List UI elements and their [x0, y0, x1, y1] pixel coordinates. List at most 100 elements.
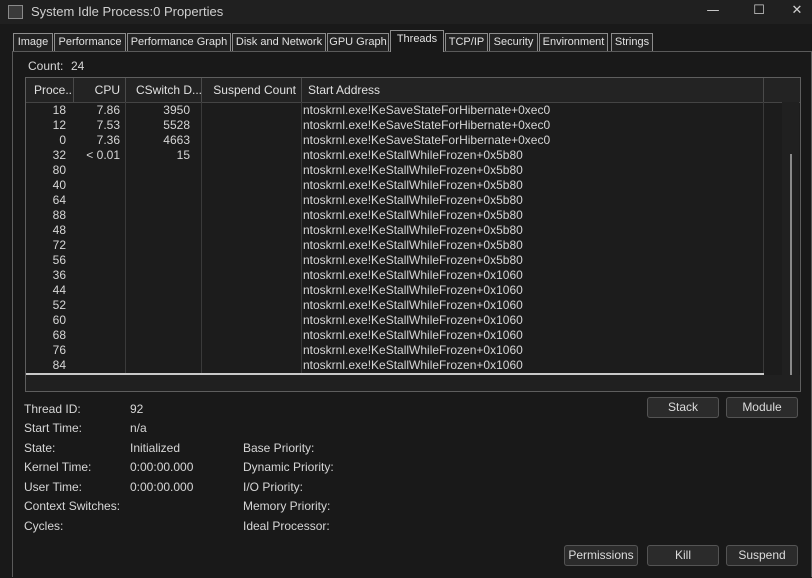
start-address-cell: ntoskrnl.exe!KeStallWhileFrozen+0x5b80 — [303, 208, 523, 222]
table-row[interactable]: 18 7.86 3950 ntoskrnl.exe!KeSaveStateForHib… — [26, 103, 764, 118]
start-address-cell: ntoskrnl.exe!KeSaveStateForHibernate+0xe… — [303, 103, 551, 117]
module-button[interactable]: Module — [726, 397, 798, 418]
tid-cell: 36 — [52, 268, 66, 282]
tab-performance-graph[interactable]: Performance Graph — [127, 33, 231, 51]
cswitch-cell — [126, 238, 190, 253]
suspend-count-cell — [202, 103, 296, 118]
kill-button[interactable]: Kill — [647, 545, 719, 566]
suspend-count-cell — [202, 253, 296, 268]
stack-button[interactable]: Stack — [647, 397, 719, 418]
tab-tcpip[interactable]: TCP/IP — [445, 33, 488, 51]
table-row[interactable]: 40 ntoskrnl.exe!KeStallWhileFrozen+0x5b80 — [26, 178, 764, 193]
table-row[interactable]: 52 ntoskrnl.exe!KeStallWhileFrozen+0x1060 — [26, 298, 764, 313]
tab-strings[interactable]: Strings — [611, 33, 653, 51]
cswitch-cell — [126, 268, 190, 283]
horizontal-scrollbar[interactable] — [26, 375, 800, 391]
table-row[interactable]: 36 ntoskrnl.exe!KeStallWhileFrozen+0x1060 — [26, 268, 764, 283]
table-row[interactable]: 76 ntoskrnl.exe!KeStallWhileFrozen+0x1060 — [26, 343, 764, 358]
cswitch-cell — [126, 163, 190, 178]
start-address-cell: ntoskrnl.exe!KeStallWhileFrozen+0x5b80 — [303, 223, 523, 237]
column-header-cpu[interactable]: ⌄ CPU — [74, 78, 126, 102]
column-header-tid[interactable]: Proce... — [26, 78, 74, 102]
vertical-scrollbar[interactable] — [782, 102, 799, 390]
cswitch-cell: 15 — [176, 148, 190, 162]
count-value: 24 — [71, 59, 85, 73]
minimize-button[interactable]: — — [690, 0, 736, 24]
cswitch-cell: 3950 — [163, 103, 190, 117]
tid-cell: 56 — [52, 253, 66, 267]
window-title: System Idle Process:0 Properties — [31, 4, 224, 19]
table-row[interactable]: 32 < 0.01 15 ntoskrnl.exe!KeStallWhileFroze… — [26, 148, 764, 163]
cpu-cell — [74, 208, 120, 223]
count-label: Count: — [28, 59, 64, 73]
table-row[interactable]: 80 ntoskrnl.exe!KeStallWhileFrozen+0x5b80 — [26, 163, 764, 178]
table-row[interactable]: 60 ntoskrnl.exe!KeStallWhileFrozen+0x1060 — [26, 313, 764, 328]
tid-cell: 64 — [52, 193, 66, 207]
table-row[interactable]: 0 7.36 4663 ntoskrnl.exe!KeSaveStateForHibe… — [26, 133, 764, 148]
start-address-cell: ntoskrnl.exe!KeSaveStateForHibernate+0xe… — [303, 118, 551, 132]
cpu-cell: 7.53 — [96, 118, 120, 132]
cswitch-cell — [126, 193, 190, 208]
start-address-cell: ntoskrnl.exe!KeStallWhileFrozen+0x5b80 — [303, 148, 523, 162]
tab-image[interactable]: Image — [13, 33, 53, 51]
threads-list[interactable]: Proce... ⌄ CPU CSwitch D... Suspend Coun… — [25, 77, 801, 392]
cswitch-cell — [126, 328, 190, 343]
cswitch-cell — [126, 253, 190, 268]
permissions-button[interactable]: Permissions — [564, 545, 638, 566]
app-icon — [8, 5, 23, 19]
tab-security[interactable]: Security — [489, 33, 538, 51]
suspend-count-cell — [202, 268, 296, 283]
cpu-cell — [74, 298, 120, 313]
cswitch-cell — [126, 283, 190, 298]
cswitch-cell — [126, 358, 190, 373]
cpu-cell — [74, 358, 120, 373]
tid-cell: 40 — [52, 178, 66, 192]
scrollbar-thumb[interactable] — [790, 154, 792, 390]
tab-performance[interactable]: Performance — [54, 33, 126, 51]
column-header-start-address[interactable]: Start Address — [302, 78, 764, 102]
cswitch-cell: 5528 — [163, 118, 190, 132]
tid-cell: 0 — [59, 133, 66, 147]
table-row[interactable]: 68 ntoskrnl.exe!KeStallWhileFrozen+0x1060 — [26, 328, 764, 343]
cpu-cell: 7.36 — [96, 133, 120, 147]
cpu-cell — [74, 178, 120, 193]
table-row[interactable]: 84 ntoskrnl.exe!KeStallWhileFrozen+0x1060 — [26, 358, 764, 373]
suspend-count-cell — [202, 193, 296, 208]
tab-environment[interactable]: Environment — [539, 33, 608, 51]
tab-gpu-graph[interactable]: GPU Graph — [327, 33, 389, 51]
table-row[interactable]: 48 ntoskrnl.exe!KeStallWhileFrozen+0x5b80 — [26, 223, 764, 238]
suspend-button[interactable]: Suspend — [726, 545, 798, 566]
cswitch-cell: 4663 — [163, 133, 190, 147]
cswitch-cell — [126, 343, 190, 358]
close-button[interactable]: ✕ — [782, 0, 812, 24]
table-row[interactable]: 72 ntoskrnl.exe!KeStallWhileFrozen+0x5b80 — [26, 238, 764, 253]
table-row[interactable]: 44 ntoskrnl.exe!KeStallWhileFrozen+0x1060 — [26, 283, 764, 298]
cswitch-cell — [126, 208, 190, 223]
tid-cell: 76 — [52, 343, 66, 357]
suspend-count-cell — [202, 298, 296, 313]
suspend-count-cell — [202, 148, 296, 163]
start-address-cell: ntoskrnl.exe!KeSaveStateForHibernate+0xe… — [303, 133, 551, 147]
table-row[interactable]: 56 ntoskrnl.exe!KeStallWhileFrozen+0x5b80 — [26, 253, 764, 268]
column-header-suspend-count[interactable]: Suspend Count — [202, 78, 302, 102]
suspend-count-cell — [202, 118, 296, 133]
cpu-cell — [74, 238, 120, 253]
suspend-count-cell — [202, 238, 296, 253]
table-row[interactable]: 88 ntoskrnl.exe!KeStallWhileFrozen+0x5b80 — [26, 208, 764, 223]
table-row[interactable]: 12 7.53 5528 ntoskrnl.exe!KeSaveStateForHib… — [26, 118, 764, 133]
suspend-count-cell — [202, 133, 296, 148]
table-row[interactable]: 64 ntoskrnl.exe!KeStallWhileFrozen+0x5b80 — [26, 193, 764, 208]
column-header-cswitch-delta[interactable]: CSwitch D... — [126, 78, 202, 102]
suspend-count-cell — [202, 358, 296, 373]
start-address-cell: ntoskrnl.exe!KeStallWhileFrozen+0x5b80 — [303, 193, 523, 207]
tab-threads[interactable]: Threads — [390, 30, 444, 52]
start-address-cell: ntoskrnl.exe!KeStallWhileFrozen+0x5b80 — [303, 238, 523, 252]
start-address-cell: ntoskrnl.exe!KeStallWhileFrozen+0x1060 — [303, 283, 523, 297]
tid-cell: 84 — [52, 358, 66, 372]
suspend-count-cell — [202, 208, 296, 223]
cpu-cell — [74, 253, 120, 268]
tid-cell: 68 — [52, 328, 66, 342]
start-address-cell: ntoskrnl.exe!KeStallWhileFrozen+0x1060 — [303, 313, 523, 327]
tab-disk-and-network[interactable]: Disk and Network — [232, 33, 326, 51]
maximize-button[interactable]: ☐ — [736, 0, 782, 24]
